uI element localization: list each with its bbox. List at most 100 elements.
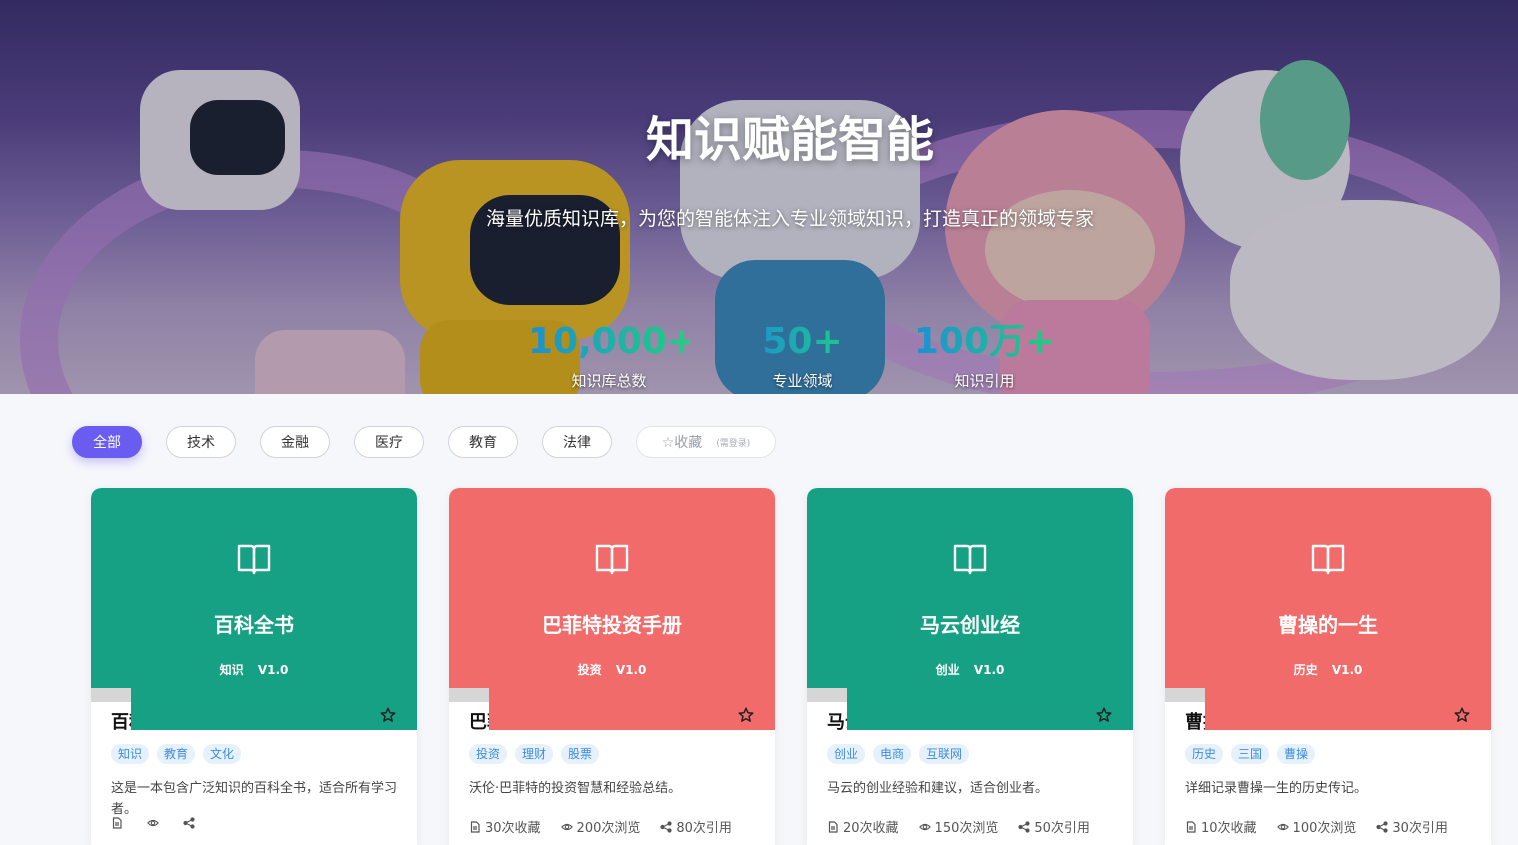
card-tag[interactable]: 知识 [111,744,150,764]
favorites-label: ☆收藏 [661,435,703,451]
card-stats [111,817,199,829]
card-views: 150次浏览 [918,817,998,836]
filter-medical[interactable]: 医疗 [354,426,424,458]
card-name[interactable]: 曹操的一生 [1185,708,1205,734]
card-shadow-tab [91,688,131,702]
card-tags: 历史 三国 曹操 [1185,744,1316,764]
card-cover-title: 马云创业经 [920,613,1020,637]
views-count: 200次浏览 [576,821,641,836]
card-tags: 投资 理财 股票 [469,744,600,764]
book-icon [595,544,629,575]
filter-finance[interactable]: 金融 [260,426,330,458]
card-cover-meta: 创业 V1.0 [807,661,1133,678]
stat-domains: 50+ 专业领域 [745,320,860,391]
card-tag[interactable]: 互联网 [919,744,970,764]
card-name[interactable]: 马云创业经 [827,708,847,734]
card-cover[interactable] [1165,488,1491,688]
hero-banner: 知识赋能智能 海量优质知识库，为您的智能体注入专业领域知识，打造真正的领域专家 … [0,0,1518,394]
login-required-hint: (需登录) [716,438,751,449]
filter-law[interactable]: 法律 [542,426,612,458]
card-shadow-tab [807,688,847,702]
references-count: 50次引用 [1034,821,1090,836]
stat-references: 100万+ 知识引用 [912,320,1057,391]
card-category: 创业 [935,663,960,677]
card-version: V1.0 [257,663,289,677]
favorite-star-icon[interactable] [737,706,755,724]
card-cover-extension [1205,686,1491,730]
card-tag[interactable]: 股票 [561,744,600,764]
references-count: 80次引用 [676,821,732,836]
filter-favorites[interactable]: ☆收藏 (需登录) [636,426,776,458]
card-category: 知识 [219,663,244,677]
document-icon [112,817,122,829]
share-icon [1018,820,1030,833]
card-shadow-tab [449,688,489,702]
card-tag[interactable]: 教育 [157,744,196,764]
card-tag[interactable]: 三国 [1231,744,1270,764]
knowledge-card[interactable]: 曹操的一生 历史 V1.0 曹操的一生 历史三国曹操 详细记录曹操一生的历史传记… [1165,488,1491,845]
share-icon [660,820,672,833]
stat-label: 知识引用 [954,372,1015,390]
card-name[interactable]: 百科全书 [111,708,131,734]
book-icon [1311,544,1345,575]
card-tag[interactable]: 理财 [515,744,554,764]
filter-tech[interactable]: 技术 [166,426,236,458]
card-cover[interactable] [807,488,1133,688]
favorite-star-icon[interactable] [379,706,397,724]
card-cover-extension [489,686,775,730]
knowledge-card[interactable]: 百科全书 知识 V1.0 百科全书 知识教育文化 这是一本包含广泛知识的百科全书… [91,488,417,845]
card-cover-title: 巴菲特投资手册 [542,613,682,637]
card-stats: 10次收藏 100次浏览 30次引用 [1185,817,1448,836]
card-tag[interactable]: 电商 [873,744,912,764]
category-filter-bar: 全部 技术 金融 医疗 教育 法律 ☆收藏 (需登录) [72,426,776,458]
card-favorites: 20次收藏 [827,817,899,836]
card-tag[interactable]: 创业 [827,744,866,764]
stat-value: 50+ [745,320,860,364]
card-views [147,817,163,829]
card-cover[interactable] [449,488,775,688]
card-version: V1.0 [615,663,647,677]
filter-all[interactable]: 全部 [72,426,142,458]
document-icon [828,820,838,833]
favorite-star-icon[interactable] [1095,706,1113,724]
card-tag[interactable]: 文化 [203,744,242,764]
card-references: 30次引用 [1376,817,1448,836]
card-views: 100次浏览 [1276,817,1357,836]
card-references: 50次引用 [1018,817,1090,836]
card-tag[interactable]: 历史 [1185,744,1224,764]
card-description: 详细记录曹操一生的历史传记。 [1185,781,1368,796]
card-cover-meta: 历史 V1.0 [1165,661,1491,678]
document-icon [1186,820,1196,833]
card-tags: 创业 电商 互联网 [827,744,970,764]
card-references [183,817,199,829]
share-icon [183,817,195,829]
card-favorites: 30次收藏 [469,817,541,836]
favorites-count: 30次收藏 [485,821,541,836]
knowledge-card[interactable]: 马云创业经 创业 V1.0 马云创业经 创业电商互联网 马云的创业经验和建议，适… [807,488,1133,845]
favorite-star-icon[interactable] [1453,706,1471,724]
card-tag[interactable]: 曹操 [1277,744,1316,764]
hero-subtitle: 海量优质知识库，为您的智能体注入专业领域知识，打造真正的领域专家 [485,208,1094,230]
card-category: 投资 [577,663,602,677]
card-views: 200次浏览 [560,817,641,836]
filter-education[interactable]: 教育 [448,426,518,458]
card-cover[interactable] [91,488,417,688]
eye-icon [1276,823,1289,830]
eye-icon [918,823,931,830]
card-name[interactable]: 巴菲特投资手册 [469,708,489,734]
stat-label: 知识库总数 [571,372,647,390]
references-count: 30次引用 [1392,821,1448,836]
document-icon [470,820,480,833]
favorites-count: 20次收藏 [843,821,899,836]
card-tag[interactable]: 投资 [469,744,508,764]
eye-icon [147,819,159,827]
favorites-count: 10次收藏 [1201,821,1257,836]
card-version: V1.0 [1331,663,1363,677]
hero-title: 知识赋能智能 [645,112,934,168]
book-icon [953,544,987,575]
card-stats: 20次收藏 150次浏览 50次引用 [827,817,1090,836]
knowledge-card[interactable]: 巴菲特投资手册 投资 V1.0 巴菲特投资手册 投资理财股票 沃伦·巴菲特的投资… [449,488,775,845]
card-favorites [111,817,127,829]
card-cover-meta: 投资 V1.0 [449,661,775,678]
views-count: 100次浏览 [1292,821,1357,836]
